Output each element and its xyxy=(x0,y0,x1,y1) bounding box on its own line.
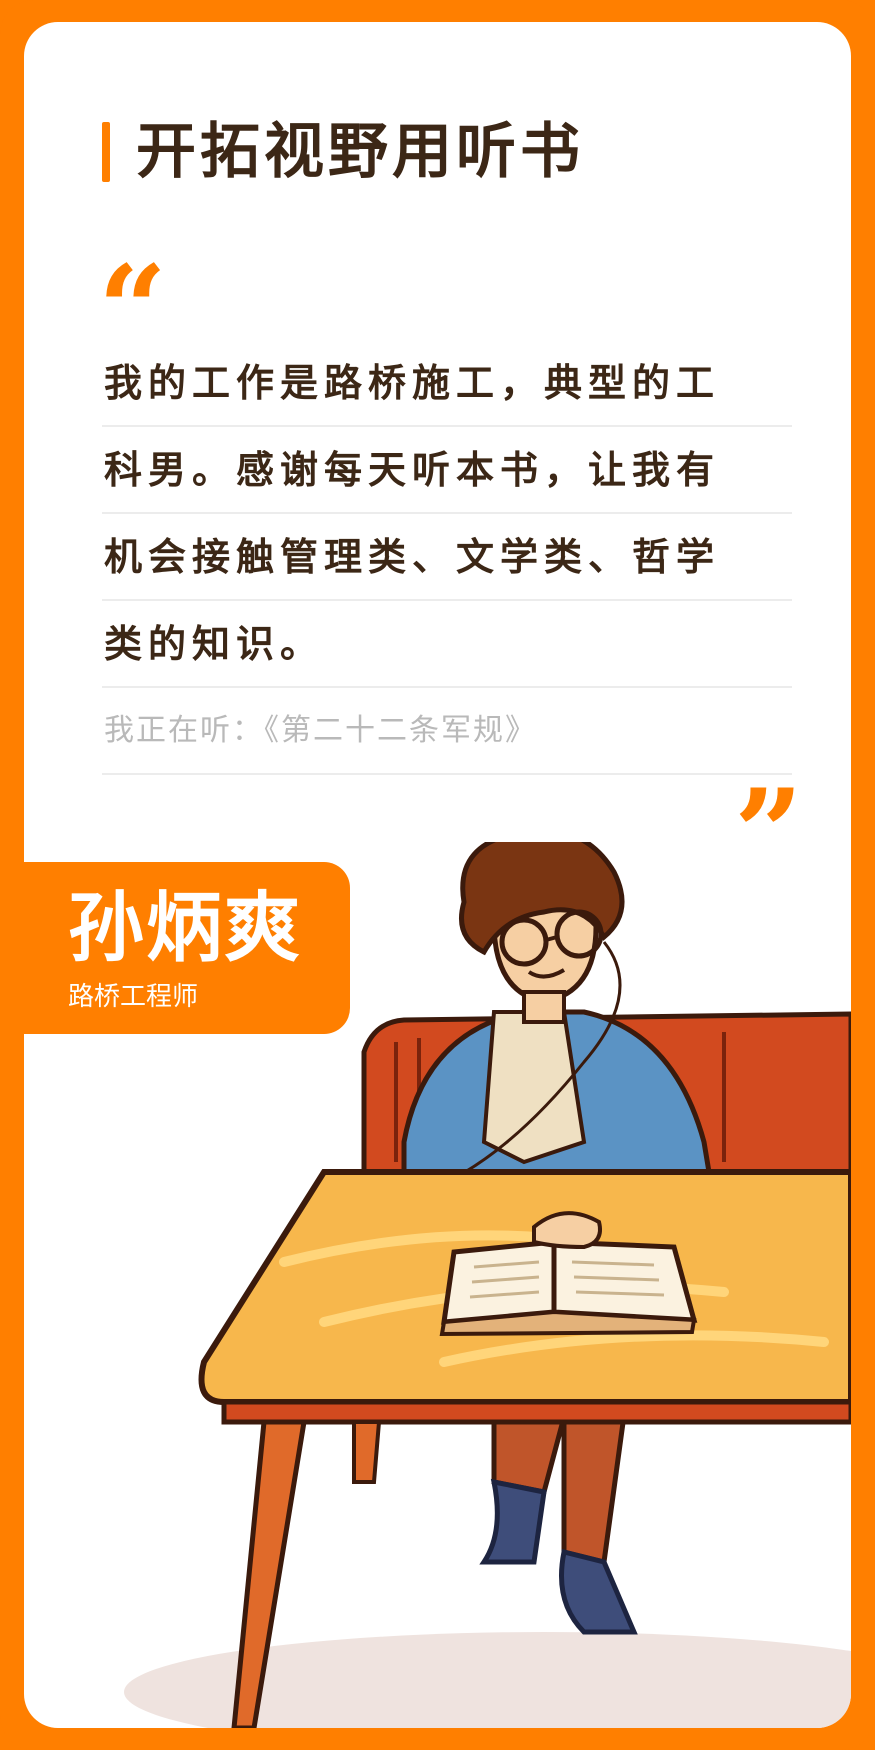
book xyxy=(441,1239,557,1325)
person-role: 路桥工程师 xyxy=(68,982,199,1012)
neck xyxy=(522,990,566,1024)
quote-line: 机会接触管理类、文学类、哲学 xyxy=(102,514,792,601)
testimonial-card: 开拓视野用听书 “ 我的工作是路桥施工，典型的工 科男。感谢每天听本书，让我有 … xyxy=(24,22,851,1728)
quote-block: 我的工作是路桥施工，典型的工 科男。感谢每天听本书，让我有 机会接触管理类、文学… xyxy=(102,340,792,775)
shirt xyxy=(481,1010,587,1165)
hands xyxy=(532,1211,602,1250)
quote-line: 类的知识。 xyxy=(102,601,792,688)
quote-line: 科男。感谢每天听本书，让我有 xyxy=(102,427,792,514)
person-name: 孙炳爽 xyxy=(68,883,302,972)
quote-line: 我的工作是路桥施工，典型的工 xyxy=(102,340,792,427)
title-accent-bar xyxy=(102,122,110,182)
table-edge xyxy=(221,1399,851,1425)
shoe-left xyxy=(479,1478,547,1565)
now-listening-text: 我正在听：《第二十二条军规》 xyxy=(102,688,792,775)
page-title: 开拓视野用听书 xyxy=(136,117,584,187)
name-badge: 孙炳爽 路桥工程师 xyxy=(24,862,350,1034)
shoe-right xyxy=(559,1548,638,1635)
